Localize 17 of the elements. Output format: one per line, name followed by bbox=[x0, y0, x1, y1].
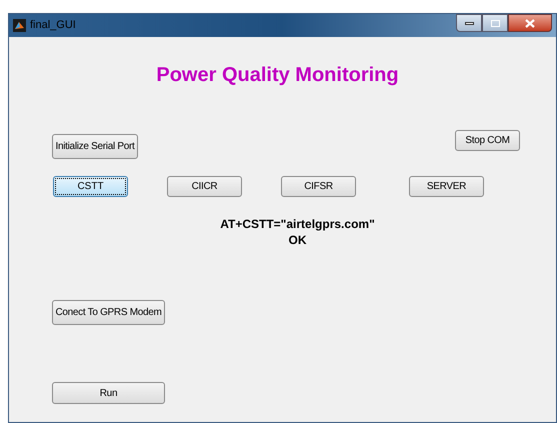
run-button[interactable]: Run bbox=[52, 382, 165, 404]
close-icon bbox=[525, 18, 535, 28]
stop-com-button[interactable]: Stop COM bbox=[455, 130, 520, 151]
maximize-button[interactable] bbox=[482, 14, 508, 32]
command-button[interactable]: CSTT bbox=[53, 176, 128, 197]
app-heading: Power Quality Monitoring bbox=[156, 63, 399, 88]
window-title: final_GUI bbox=[30, 18, 76, 34]
app-logo-icon bbox=[13, 19, 26, 32]
command-button[interactable]: SERVER bbox=[409, 176, 484, 197]
response-text: OK bbox=[288, 232, 306, 248]
command-button[interactable]: CIFSR bbox=[281, 176, 356, 197]
response-text: AT+CSTT="airtelgprs.com" bbox=[220, 216, 375, 232]
initialize-serial-port-button[interactable]: Initialize Serial Port bbox=[52, 134, 138, 159]
connect-gprs-button[interactable]: Conect To GPRS Modem bbox=[52, 300, 165, 325]
command-button[interactable]: CIICR bbox=[167, 176, 242, 197]
minimize-button[interactable] bbox=[456, 14, 482, 32]
close-button[interactable] bbox=[508, 14, 552, 32]
